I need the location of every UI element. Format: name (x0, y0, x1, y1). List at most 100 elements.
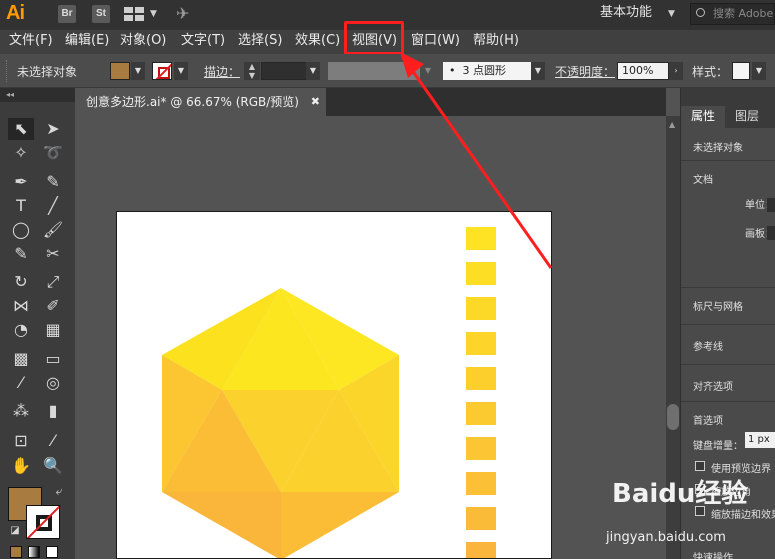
illustrator-logo: Ai (6, 2, 25, 24)
document-tab[interactable]: 创意多边形.ai* @ 66.67% (RGB/预览) ✖ (76, 88, 326, 116)
gradient-mode-swatch[interactable] (28, 546, 40, 558)
tools-collapse-icon[interactable]: ◂◂ (0, 88, 75, 102)
zoom-tool-icon[interactable]: 🔍 (40, 455, 66, 477)
color-swatch[interactable] (466, 227, 496, 250)
default-colors-icon[interactable]: ◪ (2, 520, 28, 542)
menu-help[interactable]: 帮助(H) (473, 30, 519, 54)
hex-facet (162, 492, 281, 558)
puppet-warp-tool-icon[interactable]: ✐ (40, 295, 66, 317)
stroke-dropdown-chevron-icon[interactable]: ▼ (174, 62, 188, 80)
divider (681, 160, 775, 161)
hand-tool-icon[interactable]: ✋ (8, 455, 34, 477)
opacity-input[interactable]: 100% (617, 62, 669, 80)
tab-layers[interactable]: 图层 (725, 106, 769, 128)
menu-select[interactable]: 选择(S) (238, 30, 282, 54)
preferences-section: 首选项 (693, 416, 723, 427)
profile-chevron-icon[interactable]: ▼ (421, 62, 435, 80)
stroke-weight-stepper[interactable]: ▲ ▼ (244, 62, 260, 80)
arrange-documents-icon[interactable] (124, 7, 144, 21)
scroll-up-icon[interactable]: ▲ (669, 120, 675, 129)
style-chevron-icon[interactable]: ▼ (752, 62, 766, 80)
guides-section[interactable]: 参考线 (693, 338, 723, 353)
use-preview-bounds-checkbox[interactable] (695, 461, 705, 471)
swap-fill-stroke-icon[interactable]: ⤶ (46, 480, 72, 502)
color-swatch[interactable] (466, 437, 496, 460)
artboard-dropdown[interactable] (767, 226, 775, 240)
curvature-tool-icon[interactable]: ✎ (40, 171, 66, 193)
scrollbar-thumb[interactable] (667, 404, 679, 430)
type-tool-icon[interactable]: T (8, 195, 34, 217)
color-swatch[interactable] (466, 297, 496, 320)
units-dropdown[interactable] (767, 198, 775, 212)
width-tool-icon[interactable]: ⋈ (8, 295, 34, 317)
menu-window[interactable]: 窗口(W) (411, 30, 460, 54)
fill-swatch[interactable] (110, 62, 130, 80)
selection-tool-icon[interactable]: ⬉ (8, 118, 34, 140)
keyboard-increment-label: 键盘增量： (693, 441, 743, 452)
menu-edit[interactable]: 编辑(E) (65, 30, 109, 54)
close-tab-icon[interactable]: ✖ (311, 88, 320, 116)
scissors-tool-icon[interactable]: ✂ (40, 243, 66, 265)
chevron-down-icon[interactable]: ▼ (150, 9, 157, 19)
graphic-style-swatch[interactable] (732, 62, 750, 80)
blend-tool-icon[interactable]: ◎ (40, 372, 66, 394)
color-swatch[interactable] (466, 507, 496, 530)
color-swatch[interactable] (466, 367, 496, 390)
shaper-tool-icon[interactable]: ✎ (8, 243, 34, 265)
rulers-grids-section[interactable]: 标尺与网格 (693, 298, 743, 313)
stock-button[interactable]: St (92, 5, 110, 23)
color-swatch[interactable] (466, 472, 496, 495)
bridge-button[interactable]: Br (58, 5, 76, 23)
stroke-color-box[interactable] (26, 505, 60, 539)
snap-options-section[interactable]: 对齐选项 (693, 378, 733, 393)
direct-selection-tool-icon[interactable]: ➤ (40, 118, 66, 140)
control-bar-grip[interactable] (6, 60, 9, 82)
eyedropper-tool-icon[interactable]: ⁄ (8, 372, 34, 394)
opacity-label[interactable]: 不透明度： (555, 63, 615, 80)
mesh-tool-icon[interactable]: ▩ (8, 348, 34, 370)
tab-properties[interactable]: 属性 (681, 106, 726, 128)
color-swatch[interactable] (466, 332, 496, 355)
menu-object[interactable]: 对象(O) (120, 30, 166, 54)
variable-width-profile[interactable] (328, 62, 420, 80)
artboard-tool-icon[interactable]: ⊡ (8, 430, 34, 452)
perspective-grid-tool-icon[interactable]: ▦ (40, 319, 66, 341)
menu-type[interactable]: 文字(T) (181, 30, 225, 54)
color-swatch[interactable] (466, 262, 496, 285)
none-mode-swatch[interactable] (46, 546, 58, 558)
stroke-weight-input[interactable] (261, 62, 307, 80)
menu-file[interactable]: 文件(F) (9, 30, 53, 54)
brush-definition[interactable]: • 3 点圆形 (443, 62, 531, 80)
pen-tool-icon[interactable]: ✒ (8, 171, 34, 193)
opacity-chevron-icon[interactable]: › (669, 62, 683, 80)
color-swatch[interactable] (466, 402, 496, 425)
color-mode-swatch[interactable] (10, 546, 22, 558)
scale-tool-icon[interactable]: ⤢ (40, 271, 66, 293)
stroke-swatch[interactable] (152, 62, 172, 80)
hexagon-artwork[interactable] (117, 212, 552, 559)
artboard[interactable] (116, 211, 552, 559)
line-segment-tool-icon[interactable]: ╱ (40, 195, 66, 217)
paintbrush-tool-icon[interactable]: 🖌 (40, 219, 66, 241)
baidu-watermark-url: jingyan.baidu.com (606, 530, 726, 545)
column-graph-tool-icon[interactable]: ▮ (40, 400, 66, 422)
magic-wand-tool-icon[interactable]: ✧ (8, 142, 34, 164)
color-swatch[interactable] (466, 542, 496, 559)
keyboard-increment-input[interactable]: 1 px (745, 432, 775, 448)
stroke-label[interactable]: 描边： (204, 63, 240, 80)
shape-builder-tool-icon[interactable]: ◔ (8, 319, 34, 341)
ellipse-tool-icon[interactable]: ◯ (8, 219, 34, 241)
gradient-tool-icon[interactable]: ▭ (40, 348, 66, 370)
rotate-tool-icon[interactable]: ↻ (8, 271, 34, 293)
color-swatch-column[interactable] (466, 227, 496, 559)
low-poly-hexagon[interactable] (162, 288, 399, 559)
lasso-tool-icon[interactable]: ➰ (40, 142, 66, 164)
fill-dropdown-chevron-icon[interactable]: ▼ (131, 62, 145, 80)
symbol-sprayer-tool-icon[interactable]: ⁂ (8, 400, 34, 422)
slice-tool-icon[interactable]: ⁄ (40, 430, 66, 452)
gpu-performance-icon[interactable]: ✈ (176, 4, 189, 23)
menu-effect[interactable]: 效果(C) (295, 30, 340, 54)
brush-chevron-icon[interactable]: ▼ (531, 62, 545, 80)
workspace-chevron-icon[interactable]: ▼ (668, 9, 675, 19)
stroke-weight-chevron-icon[interactable]: ▼ (306, 62, 320, 80)
